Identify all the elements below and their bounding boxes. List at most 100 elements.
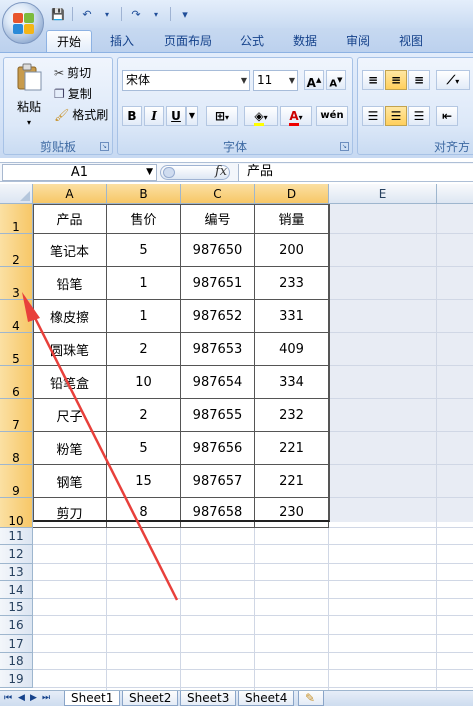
tab-review[interactable]: 审阅 bbox=[336, 30, 380, 52]
redo-dropdown-icon[interactable]: ▾ bbox=[148, 6, 164, 22]
cell-area[interactable]: 产品 售价 编号 销量 笔记本 5 987650 200 铅笔 1 987651 233 橡皮擦 1 987… bbox=[33, 204, 473, 690]
column-header-b[interactable]: B bbox=[107, 184, 181, 204]
table-cell[interactable]: 334 bbox=[255, 366, 329, 399]
row-header-7[interactable]: 7 bbox=[0, 399, 33, 432]
tab-insert[interactable]: 插入 bbox=[100, 30, 144, 52]
table-cell[interactable]: 987654 bbox=[181, 366, 255, 399]
table-cell[interactable]: 232 bbox=[255, 399, 329, 432]
clipboard-launcher-icon[interactable]: ↘ bbox=[100, 142, 109, 151]
table-cell[interactable]: 8 bbox=[107, 498, 181, 528]
bold-button[interactable]: B bbox=[122, 106, 142, 126]
underline-dropdown-icon[interactable]: ▼ bbox=[186, 106, 198, 126]
row-header-4[interactable]: 4 bbox=[0, 300, 33, 333]
column-header-c[interactable]: C bbox=[181, 184, 255, 204]
format-painter-button[interactable]: 🖌 格式刷 bbox=[54, 106, 108, 123]
table-cell[interactable]: 笔记本 bbox=[33, 234, 107, 267]
table-cell[interactable]: 5 bbox=[107, 432, 181, 465]
table-cell[interactable]: 15 bbox=[107, 465, 181, 498]
next-sheet-icon[interactable]: ▶ bbox=[30, 693, 37, 703]
customize-qat-icon[interactable]: ▾ bbox=[177, 6, 193, 22]
row-header-19[interactable]: 19 bbox=[0, 670, 33, 688]
table-cell[interactable]: 987652 bbox=[181, 300, 255, 333]
table-cell[interactable]: 233 bbox=[255, 267, 329, 300]
sheet-tab-sheet3[interactable]: Sheet3 bbox=[180, 691, 237, 706]
first-sheet-icon[interactable]: ⏮ bbox=[4, 693, 12, 703]
font-launcher-icon[interactable]: ↘ bbox=[340, 142, 349, 151]
row-header-2[interactable]: 2 bbox=[0, 234, 33, 267]
row-header-13[interactable]: 13 bbox=[0, 564, 33, 581]
table-cell[interactable]: 5 bbox=[107, 234, 181, 267]
table-cell[interactable]: 尺子 bbox=[33, 399, 107, 432]
table-cell[interactable]: 10 bbox=[107, 366, 181, 399]
borders-button[interactable]: ⊞▾ bbox=[206, 106, 238, 126]
row-header-12[interactable]: 12 bbox=[0, 545, 33, 564]
insert-function-icon[interactable]: fx bbox=[215, 164, 227, 179]
table-cell[interactable]: 987653 bbox=[181, 333, 255, 366]
copy-button[interactable]: ❐ 复制 bbox=[54, 85, 92, 102]
row-header-15[interactable]: 15 bbox=[0, 599, 33, 616]
paste-button[interactable]: 粘贴 ▾ bbox=[10, 62, 48, 132]
row-header-5[interactable]: 5 bbox=[0, 333, 33, 366]
cut-button[interactable]: ✂ 剪切 bbox=[54, 64, 91, 81]
table-cell[interactable]: 221 bbox=[255, 432, 329, 465]
table-cell[interactable]: 987655 bbox=[181, 399, 255, 432]
font-color-button[interactable]: A▾ bbox=[280, 106, 312, 126]
align-right-button[interactable]: ☰ bbox=[408, 106, 430, 126]
table-cell[interactable]: 230 bbox=[255, 498, 329, 528]
table-cell[interactable]: 剪刀 bbox=[33, 498, 107, 528]
table-cell[interactable]: 橡皮擦 bbox=[33, 300, 107, 333]
sheet-tab-sheet4[interactable]: Sheet4 bbox=[238, 691, 295, 706]
phonetic-button[interactable]: wén bbox=[316, 106, 348, 126]
sheet-tab-sheet2[interactable]: Sheet2 bbox=[122, 691, 179, 706]
table-cell[interactable]: 2 bbox=[107, 399, 181, 432]
tab-page-layout[interactable]: 页面布局 bbox=[154, 30, 222, 52]
tab-home[interactable]: 开始 bbox=[46, 30, 93, 52]
table-cell[interactable]: 987650 bbox=[181, 234, 255, 267]
table-cell[interactable]: 圆珠笔 bbox=[33, 333, 107, 366]
table-cell[interactable]: 1 bbox=[107, 300, 181, 333]
undo-icon[interactable]: ↶ bbox=[79, 6, 95, 22]
row-header-16[interactable]: 16 bbox=[0, 616, 33, 635]
table-cell[interactable]: 铅笔 bbox=[33, 267, 107, 300]
fill-color-button[interactable]: ◈▾ bbox=[244, 106, 278, 126]
table-cell[interactable]: 1 bbox=[107, 267, 181, 300]
tab-data[interactable]: 数据 bbox=[283, 30, 327, 52]
select-all-button[interactable] bbox=[0, 184, 33, 204]
align-left-button[interactable]: ☰ bbox=[362, 106, 384, 126]
table-cell[interactable]: 409 bbox=[255, 333, 329, 366]
tab-formulas[interactable]: 公式 bbox=[230, 30, 274, 52]
sheet-tab-sheet1[interactable]: Sheet1 bbox=[64, 691, 121, 706]
align-middle-button[interactable]: ≡ bbox=[385, 70, 407, 90]
align-bottom-button[interactable]: ≡ bbox=[408, 70, 430, 90]
table-cell[interactable]: 987657 bbox=[181, 465, 255, 498]
table-cell[interactable]: 987656 bbox=[181, 432, 255, 465]
align-center-button[interactable]: ☰ bbox=[385, 106, 407, 126]
align-top-button[interactable]: ≡ bbox=[362, 70, 384, 90]
font-name-select[interactable]: 宋体 ▼ bbox=[122, 70, 250, 91]
undo-dropdown-icon[interactable]: ▾ bbox=[99, 6, 115, 22]
italic-button[interactable]: I bbox=[144, 106, 164, 126]
table-cell[interactable]: 2 bbox=[107, 333, 181, 366]
row-header-10[interactable]: 10 bbox=[0, 498, 33, 528]
table-cell[interactable]: 987658 bbox=[181, 498, 255, 528]
row-header-9[interactable]: 9 bbox=[0, 465, 33, 498]
prev-sheet-icon[interactable]: ◀ bbox=[18, 693, 25, 703]
row-header-11[interactable]: 11 bbox=[0, 528, 33, 545]
row-header-8[interactable]: 8 bbox=[0, 432, 33, 465]
row-header-14[interactable]: 14 bbox=[0, 581, 33, 599]
column-header-a[interactable]: A bbox=[33, 184, 107, 204]
office-button[interactable] bbox=[2, 2, 44, 44]
column-header-e[interactable]: E bbox=[329, 184, 437, 204]
table-cell[interactable]: 钢笔 bbox=[33, 465, 107, 498]
row-header-6[interactable]: 6 bbox=[0, 366, 33, 399]
shrink-font-button[interactable]: A▼ bbox=[326, 70, 346, 90]
orientation-button[interactable]: ⟋▾ bbox=[436, 70, 470, 90]
last-sheet-icon[interactable]: ⏭ bbox=[42, 693, 50, 703]
table-cell[interactable]: 221 bbox=[255, 465, 329, 498]
table-cell[interactable]: 铅笔盒 bbox=[33, 366, 107, 399]
name-box[interactable]: A1 ▼ bbox=[2, 164, 157, 181]
formula-input[interactable]: 产品 bbox=[238, 164, 473, 181]
tab-view[interactable]: 视图 bbox=[389, 30, 433, 52]
table-cell[interactable]: 987651 bbox=[181, 267, 255, 300]
insert-sheet-button[interactable]: ✎ bbox=[298, 691, 324, 706]
